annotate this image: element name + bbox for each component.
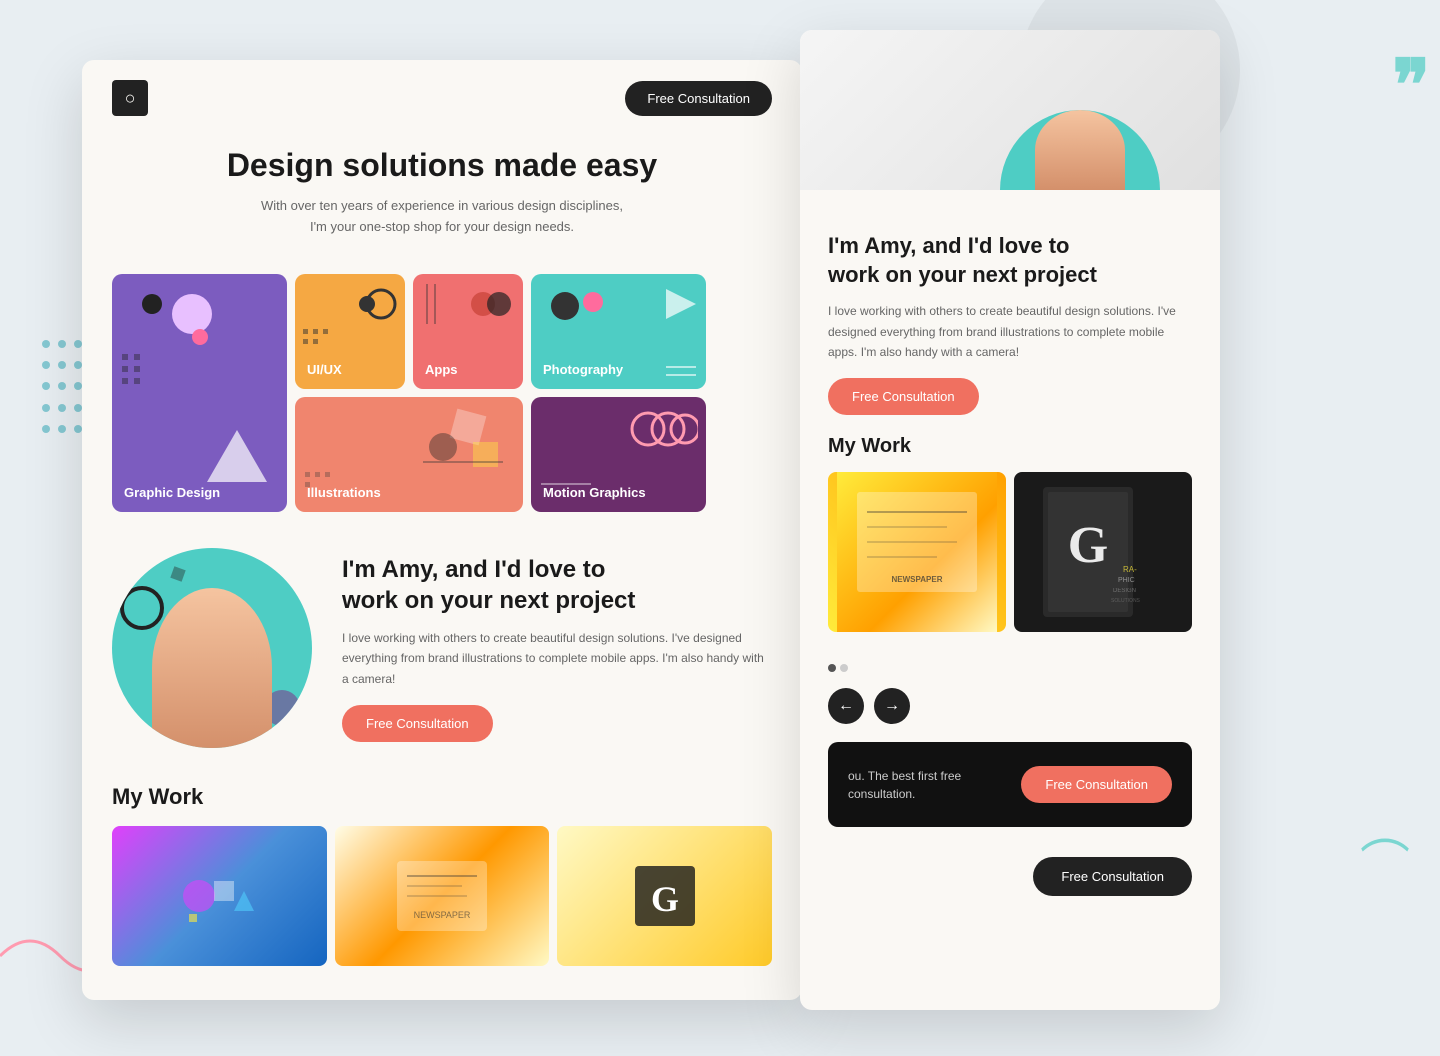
back-about-section: I'm Amy, and I'd love to work on your ne… [800,222,1220,435]
logo: ○ [112,80,148,116]
work-section-title: My Work [112,784,772,810]
illustrations-icon [423,407,503,477]
back-card: I'm Amy, and I'd love to work on your ne… [800,30,1220,1010]
main-header: ○ Free Consultation [82,60,802,136]
back-footer: Free Consultation [800,837,1220,916]
service-label-ui-ux: UI/UX [307,362,342,377]
service-label-motion-graphics: Motion Graphics [543,485,646,500]
work1-graphic [179,856,259,936]
bg-squiggle-right-decor: ❞ [1392,50,1430,120]
logo-symbol: ○ [125,88,136,109]
svg-text:G: G [651,879,679,919]
work-section: My Work [82,768,802,982]
apps-lines [421,284,441,324]
back-footer-consultation-button[interactable]: Free Consultation [1033,857,1192,896]
back-avatar [1000,110,1160,190]
svg-text:G: G [1068,517,1108,574]
photo-lines [666,363,696,379]
back-work-grid: NEWSPAPER G RA- PHIC DESIGN SOLUTIONS [828,472,1192,632]
main-card: ○ Free Consultation Design solutions mad… [82,60,802,1000]
services-grid: Graphic Design UI/UX [82,258,802,528]
work-item-2[interactable]: NEWSPAPER [335,826,550,966]
back-header-bar [800,190,1220,222]
back-scroll-indicator [800,664,1220,680]
svg-text:NEWSPAPER: NEWSPAPER [414,910,471,920]
hero-section: Design solutions made easy With over ten… [82,136,802,258]
about-consultation-button[interactable]: Free Consultation [342,705,493,742]
motion-icon [628,409,698,449]
about-section: I'm Amy, and I'd love to work on your ne… [82,528,802,768]
service-label-graphic-design: Graphic Design [124,485,220,500]
photo-tri-icon [666,289,696,319]
back-work-nav: ← → [800,680,1220,732]
hero-subtitle: With over ten years of experience in var… [252,196,632,238]
back-work-section: My Work NE [800,435,1220,664]
back-cta-text: ou. The best first free consultation. [848,767,1008,803]
service-label-apps: Apps [425,362,458,377]
back-hero-image [800,30,1220,190]
about-heading: I'm Amy, and I'd love to work on your ne… [342,554,772,616]
about-body: I love working with others to create bea… [342,628,772,689]
svg-text:NEWSPAPER: NEWSPAPER [892,575,943,584]
header-consultation-button[interactable]: Free Consultation [625,81,772,116]
back-cta-section: ou. The best first free consultation. Fr… [828,742,1192,827]
back-work-item-newspaper[interactable]: NEWSPAPER [828,472,1006,632]
service-label-illustrations: Illustrations [307,485,381,500]
service-card-motion-graphics[interactable]: Motion Graphics [531,397,706,512]
service-card-graphic-design[interactable]: Graphic Design [112,274,287,512]
back-about-heading: I'm Amy, and I'd love to work on your ne… [828,232,1192,289]
work-item-1[interactable] [112,826,327,966]
back-work2-graphic: G RA- PHIC DESIGN SOLUTIONS [1023,472,1183,632]
back-work1-graphic: NEWSPAPER [837,472,997,632]
service-card-ui-ux[interactable]: UI/UX [295,274,405,389]
svg-text:DESIGN: DESIGN [1113,588,1136,594]
ui-ux-dots [303,329,343,359]
ui-ux-icon [347,284,397,334]
back-nav-next-button[interactable]: → [874,688,910,724]
back-work-title: My Work [828,435,1192,458]
about-text: I'm Amy, and I'd love to work on your ne… [342,554,772,743]
work-item-3[interactable]: G [557,826,772,966]
back-about-body: I love working with others to create bea… [828,301,1192,362]
back-consultation-button[interactable]: Free Consultation [828,378,979,415]
back-nav-prev-button[interactable]: ← [828,688,864,724]
bg-squiggle-bottom-right-decor: ⌒ [1360,824,1410,896]
svg-text:SOLUTIONS: SOLUTIONS [1111,598,1141,604]
work-grid: NEWSPAPER G [112,826,772,966]
scroll-dot-1 [828,664,836,672]
service-label-photography: Photography [543,362,623,377]
scroll-dot-2 [840,664,848,672]
back-work-item-book[interactable]: G RA- PHIC DESIGN SOLUTIONS [1014,472,1192,632]
back-cta-button[interactable]: Free Consultation [1021,766,1172,803]
avatar-circle [112,548,312,748]
service-card-photography[interactable]: Photography [531,274,706,389]
svg-text:RA-: RA- [1123,565,1137,574]
svg-text:PHIC: PHIC [1118,577,1135,584]
service-card-illustrations[interactable]: Illustrations [295,397,523,512]
work2-graphic: NEWSPAPER [392,856,492,936]
hero-title: Design solutions made easy [122,146,762,184]
work3-graphic: G [625,856,705,936]
apps-icon [465,284,515,324]
service-card-apps[interactable]: Apps [413,274,523,389]
